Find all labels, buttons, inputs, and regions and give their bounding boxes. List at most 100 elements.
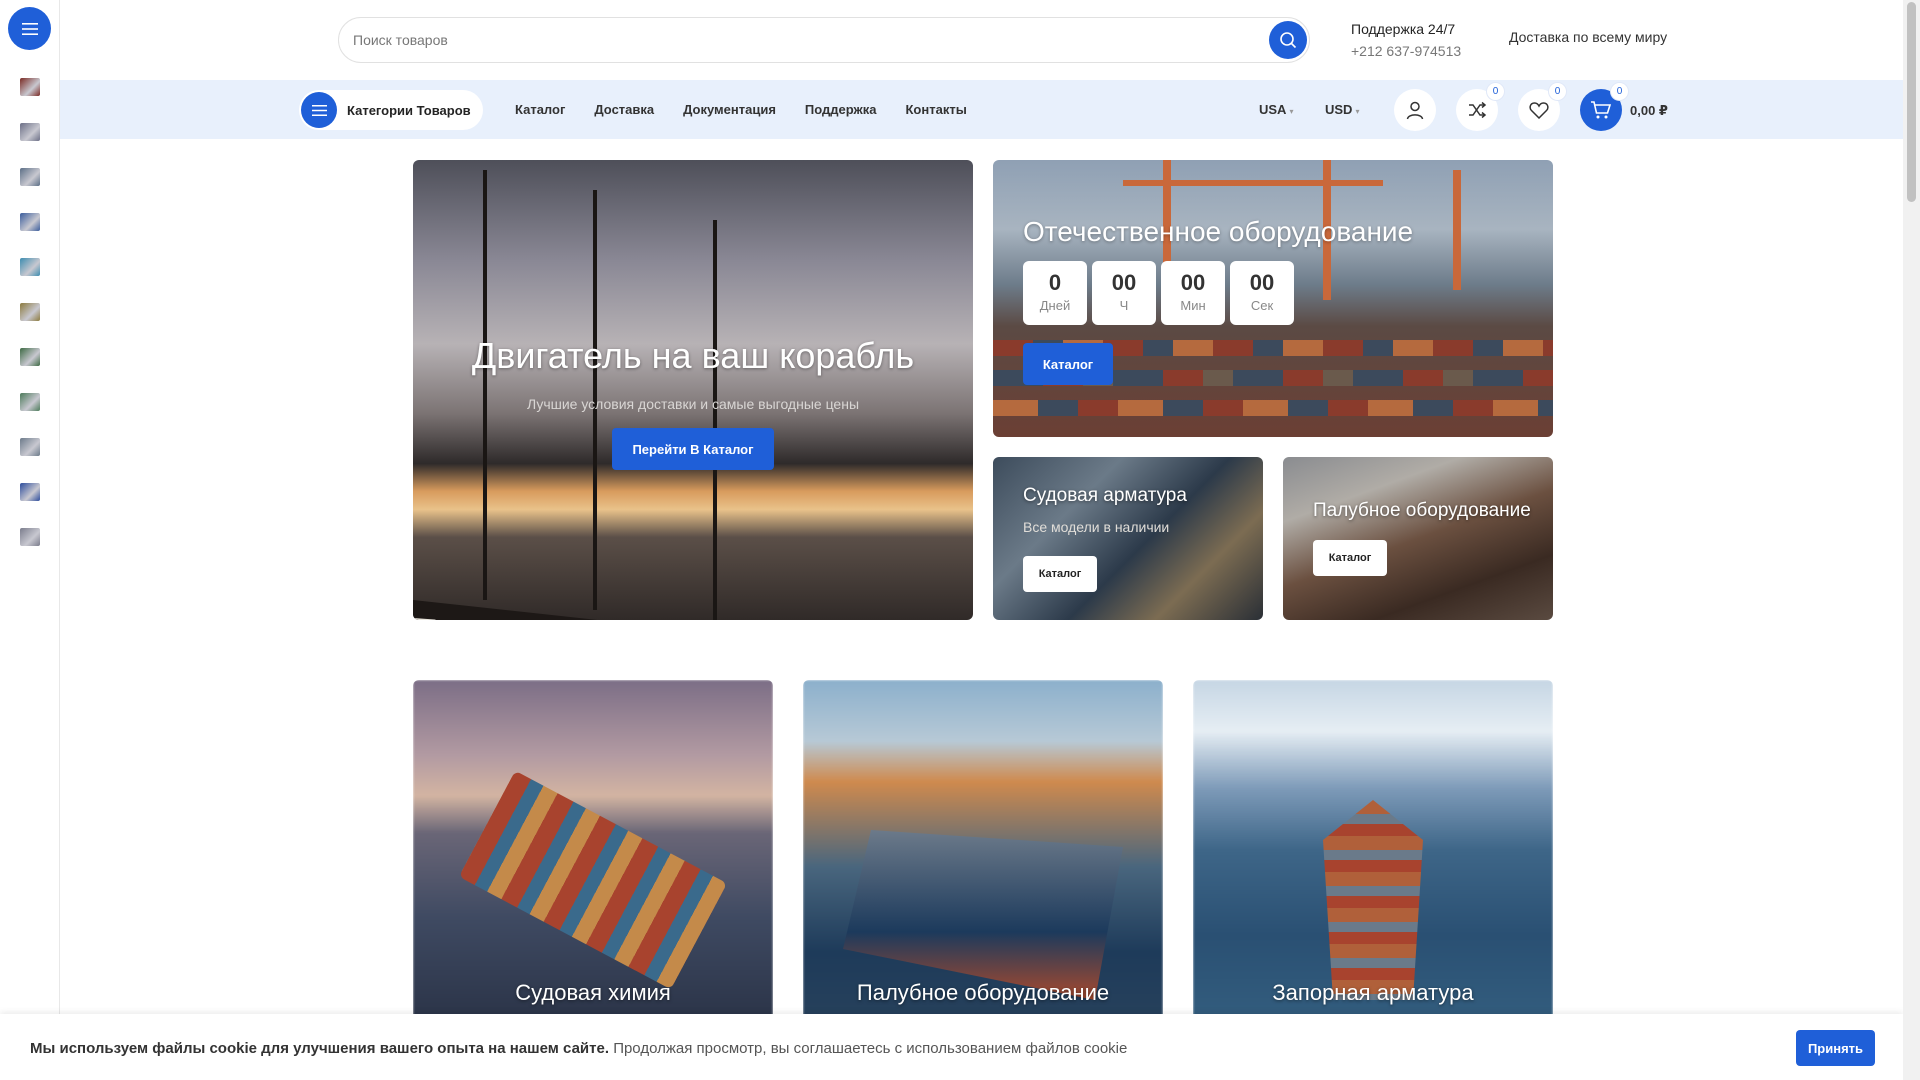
sidebar-category-item[interactable] [0,109,60,154]
category-thumb-2 [20,122,40,141]
menu-item-delivery[interactable]: Доставка [594,102,654,117]
categories-label: Категории Товаров [347,102,471,118]
countdown-seconds: 00 Сек [1230,261,1294,325]
sidebar-category-item[interactable] [0,289,60,334]
menu-item-catalog[interactable]: Каталог [515,102,565,117]
menu-item-contacts[interactable]: Контакты [906,102,967,117]
hero-main-image [413,160,973,620]
hamburger-icon [21,22,38,35]
countdown-days-unit: Дней [1039,298,1071,313]
currency-value: USD [1325,102,1353,117]
countdown-days: 0 Дней [1023,261,1087,325]
countdown-seconds-value: 00 [1249,270,1275,295]
ship-mast-image [483,170,487,600]
sidebar-category-item[interactable] [0,469,60,514]
chevron-down-icon: ▾ [1289,107,1294,116]
deck-title: Палубное оборудование [1313,500,1531,521]
category-thumb-9 [20,437,40,456]
category-card-title: Запорная арматура [1272,980,1474,1005]
wishlist-button[interactable]: 0 [1518,83,1566,131]
countdown-hours: 00 Ч [1092,261,1156,325]
main-menu: Каталог Доставка Документация Поддержка … [515,80,996,139]
countdown-minutes-unit: Мин [1180,298,1206,313]
crane-image [1453,170,1461,290]
categories-burger [301,92,337,128]
country-value: USA [1259,102,1287,117]
cart-count-badge: 0 [1611,83,1628,100]
promo-catalog-button[interactable]: Каталог [1023,343,1113,385]
sidebar-category-item[interactable] [0,514,60,559]
category-thumb-6 [20,302,40,321]
cookie-text: Мы используем файлы cookie для улучшения… [30,1040,1127,1057]
search-input[interactable] [353,18,1253,62]
category-card-deck[interactable]: Палубное оборудование [803,680,1163,1020]
category-thumb-8 [20,392,40,411]
sidebar-menu-button[interactable] [8,7,51,50]
currency-selector[interactable]: USD ▾ [1325,102,1359,117]
search-bar [338,17,1310,63]
account-button[interactable] [1394,89,1436,131]
hamburger-icon [311,104,327,116]
support-block: Поддержка 24/7 +212 637-974513 [1351,18,1461,62]
shuffle-icon [1469,101,1487,119]
category-card-valves[interactable]: Запорная арматура [1193,680,1553,1020]
cookie-accept-button[interactable]: Принять [1796,1030,1875,1066]
sidebar-category-item[interactable] [0,244,60,289]
valves-subtitle: Все модели в наличии [1023,519,1170,535]
category-card-chemistry[interactable]: Судовая химия [413,680,773,1020]
ship-mast-image [713,220,717,620]
cargo-ship-image [1323,800,1423,1000]
category-card-title: Палубное оборудование [856,980,1110,1005]
compare-button[interactable]: 0 [1456,83,1504,131]
countdown-days-value: 0 [1048,270,1062,295]
support-phone[interactable]: +212 637-974513 [1351,40,1461,62]
sidebar-category-item[interactable] [0,334,60,379]
banner-valves[interactable]: Судовая арматура Все модели в наличии Ка… [993,457,1263,620]
country-selector[interactable]: USA ▾ [1259,102,1293,117]
deck-catalog-button[interactable]: Каталог [1313,540,1387,576]
support-title: Поддержка 24/7 [1351,21,1456,37]
countdown-minutes: 00 Мин [1161,261,1225,325]
crane-image [1123,180,1383,186]
sticky-sidebar [0,0,60,1080]
countdown-hours-value: 00 [1111,270,1137,295]
page-scrollbar[interactable] [1903,0,1920,1080]
delivery-text: Доставка по всему миру [1509,29,1668,45]
menu-item-docs[interactable]: Документация [683,102,776,117]
countdown-hours-unit: Ч [1119,298,1129,313]
search-icon [1280,32,1297,49]
cookie-text-regular: Продолжая просмотр, вы соглашаетесь с ис… [613,1040,1128,1057]
sidebar-category-item[interactable] [0,199,60,244]
hero-banner-main[interactable]: Двигатель на ваш корабль Лучшие условия … [413,160,973,620]
sidebar-category-item[interactable] [0,379,60,424]
category-thumb-7 [20,347,40,366]
promo-title: Отечественное оборудование [1023,216,1414,247]
valves-image [993,457,1263,620]
countdown-minutes-value: 00 [1180,270,1206,295]
main-navbar: Категории Товаров Каталог Доставка Докум… [60,80,1903,139]
sidebar-category-item[interactable] [0,64,60,109]
valves-title: Судовая арматура [1023,485,1187,506]
valves-catalog-button[interactable]: Каталог [1023,556,1097,592]
categories-button[interactable]: Категории Товаров [299,90,483,130]
scrollbar-thumb[interactable] [1907,2,1916,202]
hero-banner-promo[interactable]: Отечественное оборудование 0 Дней 00 Ч 0… [993,160,1553,437]
deck-equipment-image [1283,457,1553,620]
search-button[interactable] [1269,21,1307,59]
sidebar-category-item[interactable] [0,154,60,199]
banner-deck-equipment[interactable]: Палубное оборудование Каталог [1283,457,1553,620]
category-thumb-5 [20,257,40,276]
menu-item-support[interactable]: Поддержка [805,102,877,117]
user-icon [1406,101,1424,120]
category-thumb-11 [20,527,40,546]
hero-main-subtitle: Лучшие условия доставки и самые выгодные… [526,396,860,412]
hero-catalog-button[interactable]: Перейти В Каталог [612,428,774,470]
page: Поддержка 24/7 +212 637-974513 Доставка … [0,0,1920,1080]
heart-icon [1529,102,1549,119]
cart-button[interactable]: 0 [1580,83,1628,131]
cookie-text-bold: Мы используем файлы cookie для улучшения… [30,1040,610,1057]
cart-total[interactable]: 0,00 ₽ [1630,103,1668,119]
sidebar-category-item[interactable] [0,424,60,469]
category-thumb-1 [20,77,40,96]
countdown-seconds-unit: Сек [1250,298,1274,313]
